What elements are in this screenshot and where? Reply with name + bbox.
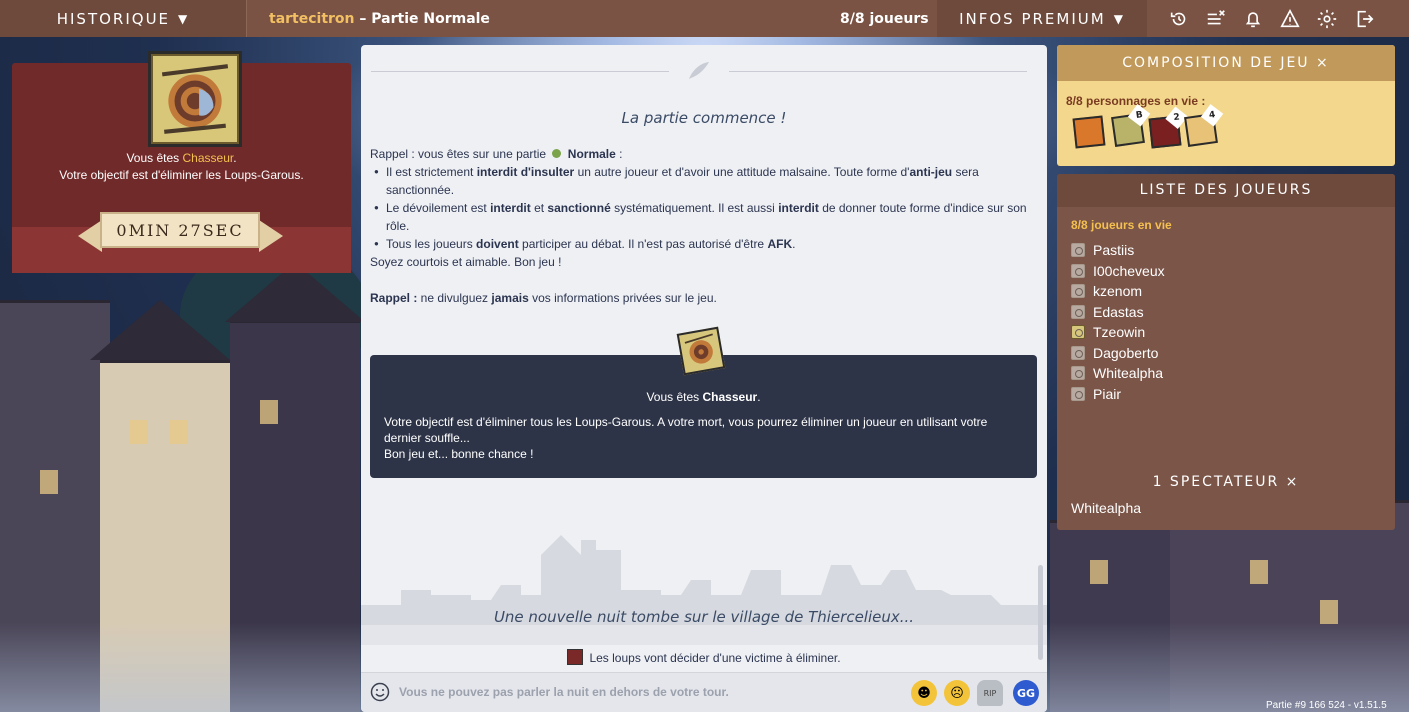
divider: [729, 71, 1027, 72]
clear-list-icon[interactable]: [1197, 0, 1234, 37]
game-timer: 0MIN 27SEC: [100, 212, 260, 248]
divider: [371, 71, 669, 72]
composition-title[interactable]: COMPOSITION DE JEU ×: [1057, 45, 1395, 81]
player-avatar-icon: [1071, 345, 1085, 360]
composition-panel: COMPOSITION DE JEU × 8/8 personnages en …: [1057, 45, 1395, 166]
wolves-message: Les loups vont décider d'une victime à é…: [361, 649, 1047, 665]
player-item[interactable]: Pastiis: [1071, 240, 1165, 261]
spectator-name: Whitealpha: [1071, 500, 1142, 516]
settings-icon[interactable]: [1308, 0, 1345, 37]
history-menu-button[interactable]: HISTORIQUE ▼: [0, 0, 247, 37]
top-bar: HISTORIQUE ▼ tartecitron – Partie Normal…: [0, 0, 1409, 37]
players-panel: LISTE DES JOUEURS 8/8 joueurs en vie Pas…: [1057, 174, 1395, 530]
player-avatar-icon: [1071, 284, 1085, 299]
player-item[interactable]: I00cheveux: [1071, 261, 1165, 282]
role-announcement: Vous êtes Chasseur.: [12, 151, 351, 165]
spectator-title[interactable]: 1 SPECTATEUR ×: [1057, 474, 1395, 490]
role-objective: Votre objectif est d'éliminer les Loups-…: [59, 168, 304, 182]
player-avatar-icon: [1071, 243, 1085, 258]
bell-icon[interactable]: [1234, 0, 1271, 37]
rules-mode: Normale: [567, 147, 616, 161]
player-item[interactable]: Edastas: [1071, 302, 1165, 323]
role-card: Vous êtes Chasseur. Votre objectif est d…: [12, 51, 351, 273]
player-list: Pastiis I00cheveux kzenom Edastas Tzeowi…: [1071, 240, 1165, 404]
rule-item: Il est strictement interdit d'insulter u…: [370, 163, 1036, 199]
game-title: tartecitron – Partie Normale: [247, 11, 490, 27]
feather-icon: [689, 62, 709, 79]
game-mode: Partie Normale: [371, 10, 490, 27]
caret-down-icon: ▼: [178, 11, 190, 26]
role-period: .: [233, 151, 237, 165]
timer-banner: 0MIN 27SEC: [78, 206, 283, 254]
chat-scrollbar[interactable]: [1038, 565, 1043, 660]
role-card-villager[interactable]: 4: [1184, 104, 1224, 147]
hunter-avatar-icon: [1071, 325, 1085, 340]
game-version: Partie #9 166 524 - v1.51.5: [1266, 700, 1387, 711]
rules-list: Il est strictement interdit d'insulter u…: [370, 163, 1036, 253]
rules-closing: Soyez courtois et aimable. Bon jeu !: [370, 255, 562, 269]
players-alive: 8/8 joueurs en vie: [1071, 218, 1172, 232]
night-message: Une nouvelle nuit tombe sur le village d…: [493, 608, 915, 626]
role-card-wolf[interactable]: 2: [1148, 106, 1188, 149]
normal-mode-dot-icon: [552, 149, 562, 158]
premium-label: INFOS PREMIUM: [959, 9, 1106, 28]
game-title-separator: –: [354, 10, 372, 27]
player-item[interactable]: Piair: [1071, 384, 1165, 405]
happy-emote-icon[interactable]: ☻: [911, 680, 937, 706]
player-avatar-icon: [1071, 263, 1085, 278]
role-card-hunter[interactable]: B: [1111, 104, 1151, 147]
chat-input-bar: Vous ne pouvez pas parler la nuit en deh…: [361, 672, 1047, 712]
game-start-message: La partie commence !: [621, 109, 787, 127]
history-label: HISTORIQUE: [56, 9, 171, 28]
rule-item: Tous les joueurs doivent participer au d…: [370, 235, 1036, 253]
hunter-portrait-icon: [148, 51, 242, 147]
role-card-1[interactable]: [1072, 115, 1106, 149]
rip-emote-icon[interactable]: RIP: [977, 680, 1003, 706]
role-message-text: Votre objectif est d'éliminer tous les L…: [384, 415, 988, 461]
chat-panel: La partie commence ! Rappel : vous êtes …: [361, 45, 1047, 712]
caret-down-icon: ▼: [1113, 11, 1125, 26]
chat-input[interactable]: Vous ne pouvez pas parler la nuit en deh…: [399, 685, 729, 699]
role-message-title: Vous êtes Chasseur.: [646, 390, 761, 404]
rules-message: Rappel : vous êtes sur une partie Normal…: [370, 145, 1036, 307]
player-item[interactable]: Whitealpha: [1071, 363, 1165, 384]
refresh-icon[interactable]: [1160, 0, 1197, 37]
role-prefix: Vous êtes: [126, 151, 183, 165]
rule-item: Le dévoilement est interdit et sanctionn…: [370, 199, 1036, 235]
player-item[interactable]: Tzeowin: [1071, 322, 1165, 343]
role-name: Chasseur: [182, 151, 234, 165]
player-avatar-icon: [1071, 386, 1085, 401]
hunter-card-icon: [676, 326, 726, 376]
wolf-icon: [567, 649, 584, 665]
toolbar-icons: [1160, 0, 1382, 37]
players-title: LISTE DES JOUEURS: [1057, 174, 1395, 207]
player-item[interactable]: Dagoberto: [1071, 343, 1165, 364]
emoji-picker-icon[interactable]: [370, 682, 390, 702]
rules-intro: Rappel : vous êtes sur une partie Normal…: [370, 147, 623, 161]
gg-emote-icon[interactable]: GG: [1013, 680, 1039, 706]
role-message-box: Vous êtes Chasseur. Votre objectif est d…: [370, 355, 1037, 478]
warning-icon[interactable]: [1271, 0, 1308, 37]
player-avatar-icon: [1071, 366, 1085, 381]
player-avatar-icon: [1071, 304, 1085, 319]
sad-emote-icon[interactable]: ☹: [944, 680, 970, 706]
exit-icon[interactable]: [1345, 0, 1382, 37]
privacy-reminder: Rappel : ne divulguez jamais vos informa…: [370, 291, 717, 305]
player-item[interactable]: kzenom: [1071, 281, 1165, 302]
player-count: 8/8 joueurs: [840, 10, 929, 27]
premium-info-button[interactable]: INFOS PREMIUM ▼: [937, 0, 1147, 37]
game-host: tartecitron: [269, 10, 355, 27]
